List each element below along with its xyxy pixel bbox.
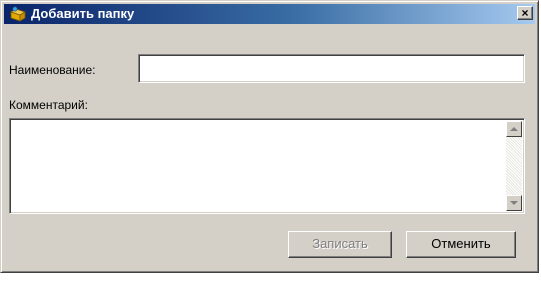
- comment-label: Комментарий:: [9, 98, 88, 112]
- name-field-frame: [138, 54, 525, 83]
- name-input[interactable]: [139, 55, 524, 82]
- arrow-down-icon: [510, 201, 518, 205]
- comment-input[interactable]: [10, 119, 524, 213]
- folder-add-icon: [10, 6, 26, 22]
- save-button[interactable]: Записать: [288, 231, 392, 258]
- dialog-title: Добавить папку: [31, 6, 135, 21]
- arrow-up-icon: [510, 127, 518, 131]
- close-icon: ×: [521, 6, 529, 20]
- add-folder-dialog: Добавить папку × Наименование: Комментар…: [0, 0, 539, 273]
- close-button[interactable]: ×: [517, 6, 533, 20]
- cancel-button[interactable]: Отменить: [406, 231, 516, 258]
- comment-scrollbar[interactable]: [506, 121, 522, 211]
- scroll-down-button[interactable]: [506, 195, 522, 211]
- comment-field-frame: [9, 118, 525, 214]
- title-bar[interactable]: Добавить папку ×: [4, 4, 535, 24]
- scroll-up-button[interactable]: [506, 121, 522, 137]
- name-label: Наименование:: [9, 63, 96, 77]
